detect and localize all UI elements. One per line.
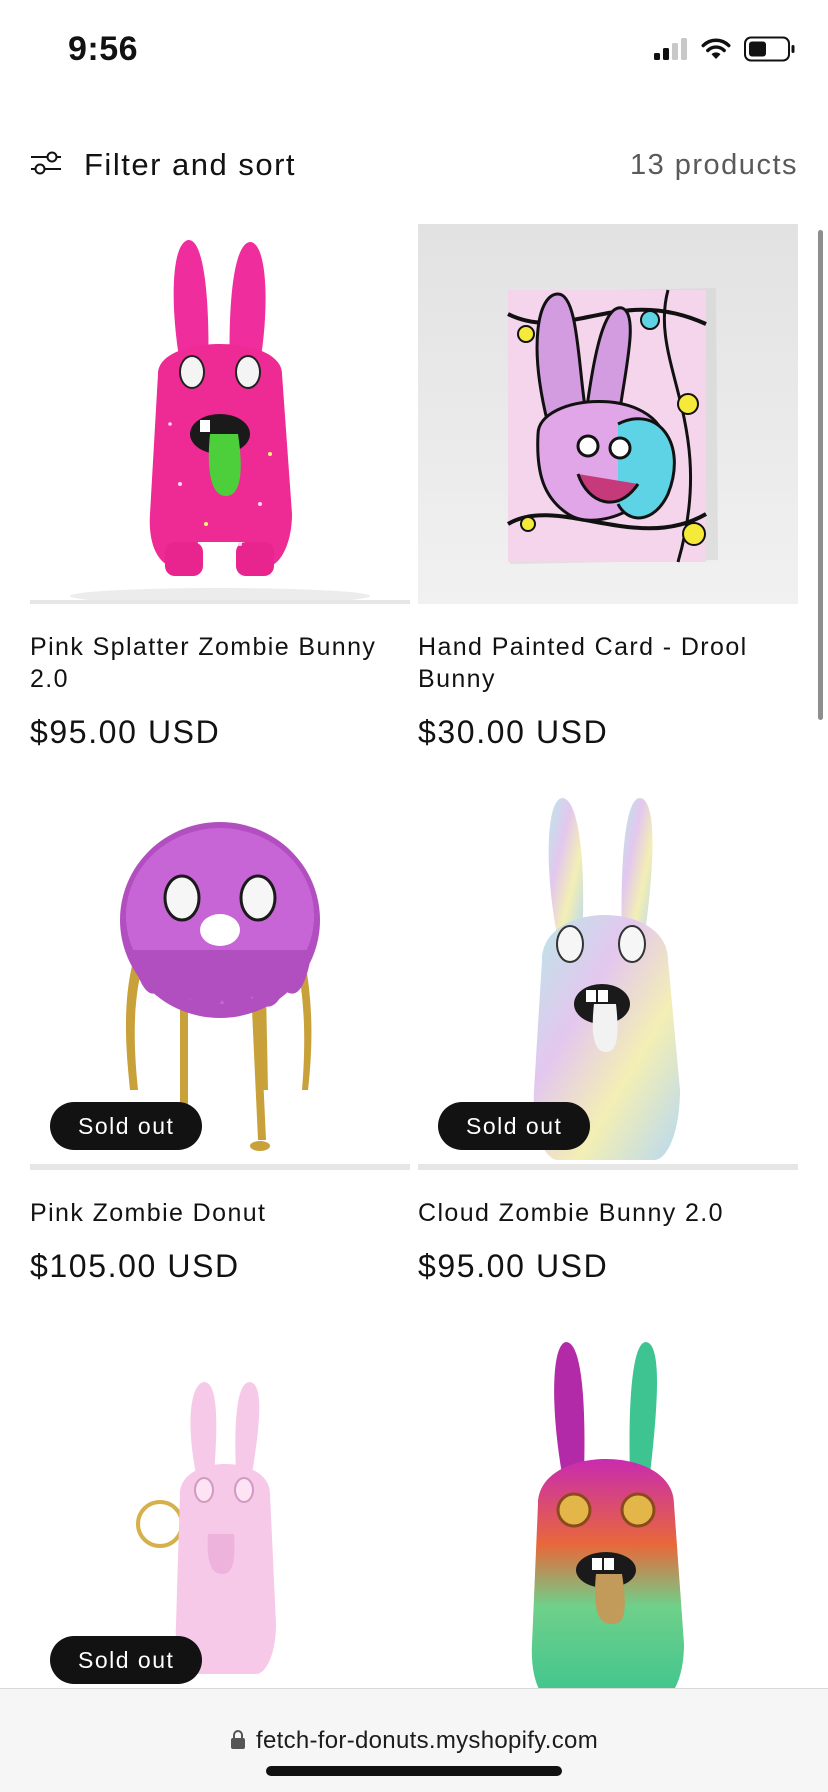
status-bar: 9:56 (0, 0, 828, 100)
cellular-signal-icon (654, 38, 688, 65)
battery-icon (744, 36, 796, 67)
status-icons (654, 36, 796, 67)
product-price: $95.00 USD (30, 714, 221, 750)
product-count: 13 products (629, 148, 798, 181)
sold-out-badge: Sold out (50, 1636, 203, 1684)
product-card[interactable]: Sold out Pink Zombie Donut $105.00 USD (30, 790, 410, 1285)
product-card[interactable]: Hand Painted Card - Drool Bunny $30.00 U… (418, 224, 798, 751)
product-card[interactable]: Sold out Cloud Zombie Bunny 2.0 $95.00 U… (418, 790, 798, 1285)
product-price: $95.00 USD (418, 1248, 609, 1284)
collection-toolbar: Filter and sort 13 products (30, 140, 798, 190)
product-title[interactable]: Pink Splatter Zombie Bunny 2.0 (30, 631, 410, 695)
product-price: $105.00 USD (30, 1248, 240, 1284)
product-image[interactable] (418, 1324, 798, 1704)
product-card[interactable] (418, 1324, 798, 1704)
sliders-icon (30, 150, 62, 181)
url-text: fetch-for-donuts.myshopify.com (255, 1727, 598, 1754)
product-image[interactable]: Sold out (30, 790, 410, 1170)
sold-out-badge: Sold out (438, 1102, 591, 1150)
product-image[interactable] (30, 224, 410, 604)
url-display[interactable]: fetch-for-donuts.myshopify.com (0, 1727, 828, 1755)
filter-and-sort-button[interactable]: Filter and sort (30, 147, 296, 183)
status-time: 9:56 (68, 30, 139, 68)
product-card[interactable]: Sold out (30, 1324, 410, 1704)
product-price: $30.00 USD (418, 714, 609, 750)
sold-out-badge: Sold out (50, 1102, 203, 1150)
product-title[interactable]: Pink Zombie Donut (30, 1197, 410, 1229)
wifi-icon (700, 37, 732, 66)
home-indicator[interactable] (266, 1766, 562, 1776)
product-title[interactable]: Hand Painted Card - Drool Bunny (418, 631, 798, 695)
product-image[interactable] (418, 224, 798, 604)
product-title[interactable]: Cloud Zombie Bunny 2.0 (418, 1197, 798, 1229)
product-card[interactable]: Pink Splatter Zombie Bunny 2.0 $95.00 US… (30, 224, 410, 751)
filter-and-sort-label: Filter and sort (84, 147, 297, 182)
lock-icon (230, 1729, 246, 1754)
product-image[interactable]: Sold out (30, 1324, 410, 1704)
product-image[interactable]: Sold out (418, 790, 798, 1170)
browser-url-bar[interactable]: fetch-for-donuts.myshopify.com (0, 1688, 828, 1792)
scrollbar[interactable] (818, 230, 823, 720)
